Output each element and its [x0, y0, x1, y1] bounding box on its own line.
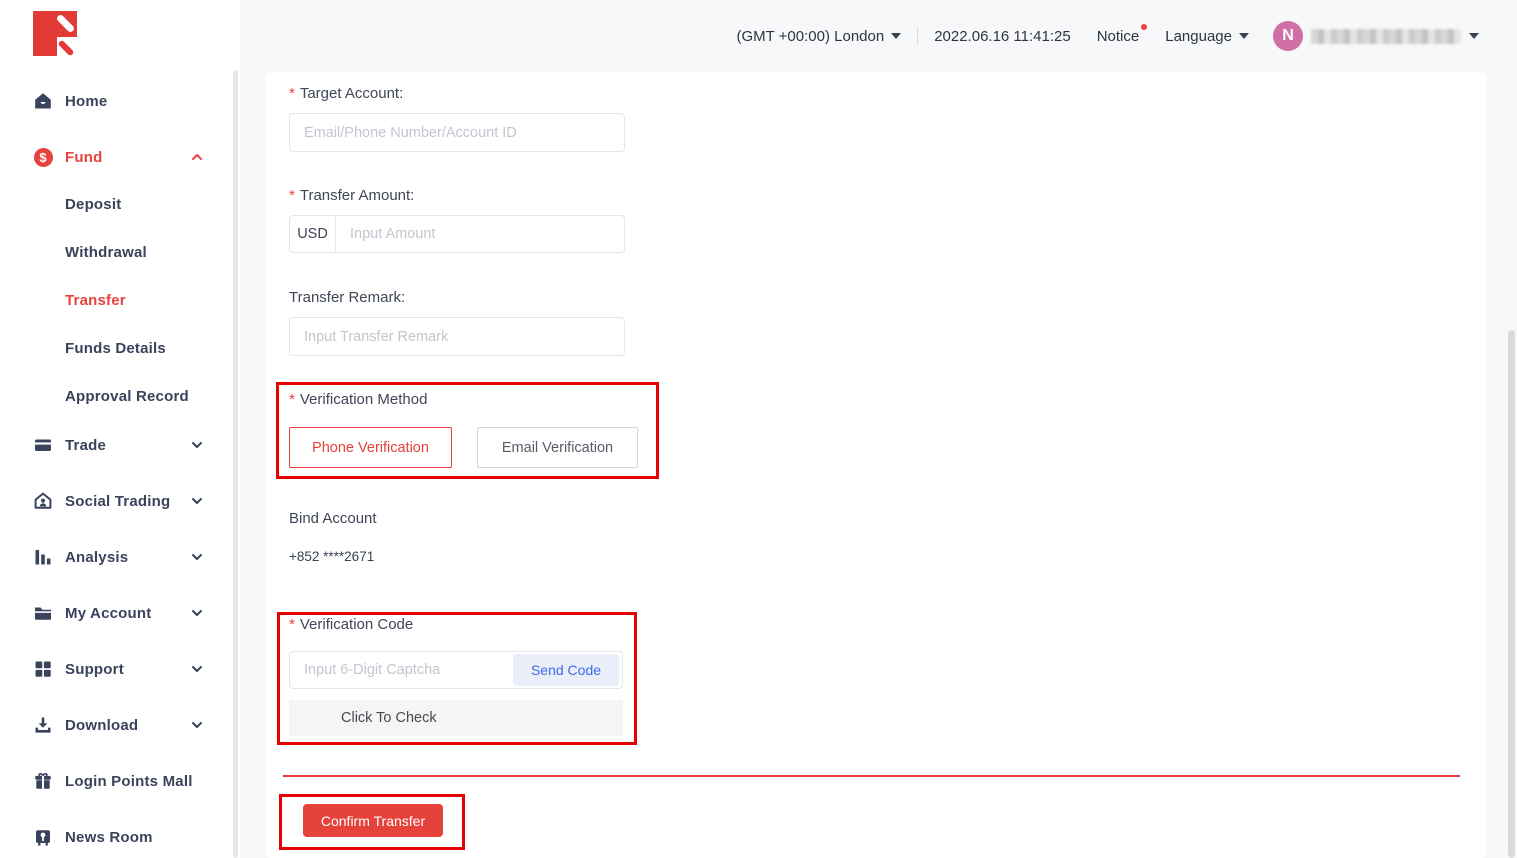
sidebar-item-fund[interactable]: $ Fund — [33, 145, 203, 169]
timezone-label: (GMT +00:00) London — [736, 28, 884, 45]
sidebar-item-label: Support — [65, 661, 124, 678]
sidebar-item-label: Home — [65, 93, 107, 110]
transfer-remark-label: Transfer Remark: — [289, 290, 405, 306]
sidebar-item-label: Analysis — [65, 549, 128, 566]
required-asterisk: * — [289, 392, 295, 408]
chevron-down-icon — [191, 439, 203, 451]
transfer-amount-label: * Transfer Amount: — [289, 188, 414, 204]
sidebar-item-my-account[interactable]: My Account — [33, 601, 203, 625]
app-logo[interactable] — [33, 11, 77, 56]
notice-badge-dot — [1141, 24, 1147, 30]
chevron-down-icon — [191, 663, 203, 675]
sidebar-item-home[interactable]: Home — [33, 89, 203, 113]
verification-method-label: * Verification Method — [289, 392, 427, 408]
captcha-check-bar[interactable]: Click To Check — [289, 700, 623, 736]
verification-code-label: * Verification Code — [289, 617, 413, 633]
sidebar-item-approval-record[interactable]: Approval Record — [33, 384, 203, 408]
trade-icon — [33, 435, 53, 455]
verification-code-input[interactable] — [290, 662, 513, 678]
sidebar-item-social-trading[interactable]: Social Trading — [33, 489, 203, 513]
sidebar-item-download[interactable]: Download — [33, 713, 203, 737]
sidebar-item-label: Login Points Mall — [65, 773, 193, 790]
sidebar-item-label: Deposit — [65, 196, 121, 213]
chevron-down-icon — [191, 719, 203, 731]
sidebar-item-support[interactable]: Support — [33, 657, 203, 681]
chevron-down-icon — [191, 551, 203, 563]
news-room-icon — [33, 827, 53, 847]
sidebar-item-label: My Account — [65, 605, 151, 622]
sidebar-item-news-room[interactable]: News Room — [33, 825, 203, 849]
sidebar-item-label: Download — [65, 717, 138, 734]
sidebar-scrollbar[interactable] — [233, 70, 238, 858]
sidebar-item-login-points-mall[interactable]: Login Points Mall — [33, 769, 203, 793]
verification-code-group: Send Code — [289, 651, 623, 689]
sidebar: Home $ Fund Deposit Withdrawal Transfer … — [0, 0, 240, 858]
confirm-transfer-button[interactable]: Confirm Transfer — [303, 804, 443, 837]
sidebar-item-label: Social Trading — [65, 493, 170, 510]
topbar: (GMT +00:00) London 2022.06.16 11:41:25 … — [240, 0, 1517, 72]
sidebar-item-transfer[interactable]: Transfer — [33, 288, 203, 312]
bind-account-value: +852 ****2671 — [289, 549, 374, 564]
social-trading-icon — [33, 491, 53, 511]
sidebar-item-funds-details[interactable]: Funds Details — [33, 336, 203, 360]
transfer-amount-input[interactable] — [336, 216, 624, 252]
analysis-icon — [33, 547, 53, 567]
language-label: Language — [1165, 28, 1232, 45]
datetime-display: 2022.06.16 11:41:25 — [934, 28, 1071, 45]
avatar: N — [1273, 21, 1303, 51]
sidebar-item-label: Transfer — [65, 292, 126, 309]
target-account-label: * Target Account: — [289, 86, 403, 102]
notice-link[interactable]: Notice — [1097, 28, 1140, 45]
sidebar-item-label: Trade — [65, 437, 106, 454]
sidebar-item-analysis[interactable]: Analysis — [33, 545, 203, 569]
logo-slash-white — [56, 14, 76, 34]
transfer-form-card: * Target Account: * Transfer Amount: USD… — [265, 72, 1487, 858]
my-account-icon — [33, 603, 53, 623]
chevron-down-icon — [191, 607, 203, 619]
home-icon — [33, 91, 53, 111]
user-menu[interactable]: N — [1273, 21, 1479, 51]
language-selector[interactable]: Language — [1165, 28, 1249, 45]
currency-label: USD — [290, 216, 336, 252]
sidebar-item-trade[interactable]: Trade — [33, 433, 203, 457]
required-asterisk: * — [289, 86, 295, 102]
sidebar-item-withdrawal[interactable]: Withdrawal — [33, 240, 203, 264]
sidebar-item-label: Funds Details — [65, 340, 166, 357]
bind-account-label: Bind Account — [289, 511, 377, 527]
required-asterisk: * — [289, 188, 295, 204]
sidebar-item-deposit[interactable]: Deposit — [33, 192, 203, 216]
dropdown-caret-icon — [1469, 33, 1479, 39]
sidebar-item-label: News Room — [65, 829, 153, 846]
username-redacted — [1311, 29, 1461, 44]
target-account-input[interactable] — [289, 113, 625, 152]
notice-label: Notice — [1097, 28, 1140, 45]
support-icon — [33, 659, 53, 679]
required-asterisk: * — [289, 617, 295, 633]
transfer-amount-group: USD — [289, 215, 625, 253]
fund-icon: $ — [33, 147, 53, 167]
sidebar-item-label: Withdrawal — [65, 244, 147, 261]
chevron-down-icon — [191, 495, 203, 507]
download-icon — [33, 715, 53, 735]
gift-icon — [33, 771, 53, 791]
section-divider — [283, 775, 1460, 777]
timezone-selector[interactable]: (GMT +00:00) London — [736, 28, 901, 45]
transfer-remark-input[interactable] — [289, 317, 625, 356]
email-verification-button[interactable]: Email Verification — [477, 427, 638, 468]
sidebar-item-label: Fund — [65, 149, 102, 166]
page-scrollbar[interactable] — [1508, 330, 1515, 858]
send-code-button[interactable]: Send Code — [513, 654, 619, 686]
topbar-divider — [917, 27, 918, 45]
sidebar-item-label: Approval Record — [65, 388, 189, 405]
chevron-up-icon — [191, 151, 203, 163]
dropdown-caret-icon — [891, 33, 901, 39]
dropdown-caret-icon — [1239, 33, 1249, 39]
phone-verification-button[interactable]: Phone Verification — [289, 427, 452, 468]
